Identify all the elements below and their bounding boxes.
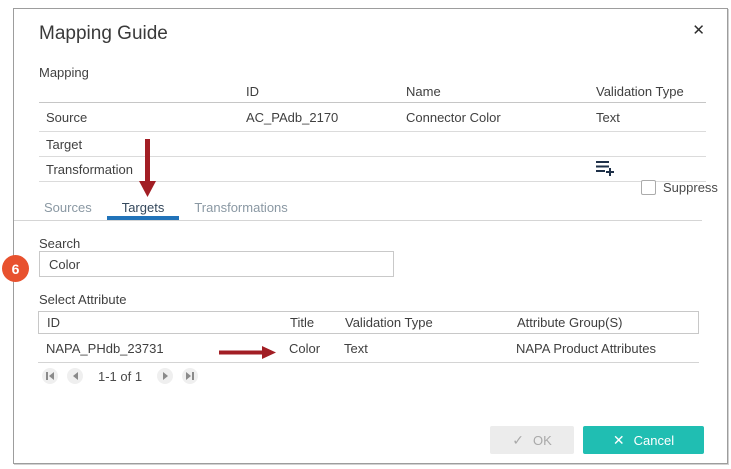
mapping-section-label: Mapping: [39, 65, 89, 80]
pagination-next-button[interactable]: [157, 368, 173, 384]
mapping-col-name: Name: [399, 84, 589, 99]
tab-targets[interactable]: Targets: [107, 195, 180, 220]
attribute-row[interactable]: NAPA_PHdb_23731 Color Text NAPA Product …: [38, 334, 699, 363]
pagination: 1-1 of 1: [42, 368, 198, 384]
pagination-first-button[interactable]: [42, 368, 58, 384]
attribute-table: ID Title Validation Type Attribute Group…: [38, 311, 699, 363]
step-badge: 6: [2, 255, 29, 282]
attribute-header-row: ID Title Validation Type Attribute Group…: [38, 311, 699, 334]
tab-transformations[interactable]: Transformations: [179, 195, 302, 220]
mapping-row-transformation: Transformation: [39, 157, 706, 182]
attr-row-title: Color: [281, 341, 336, 356]
check-icon: ✓: [512, 432, 524, 449]
attr-row-validation-type: Text: [336, 341, 508, 356]
first-page-icon: [46, 372, 48, 380]
attr-col-title: Title: [282, 315, 337, 330]
ok-button-label: OK: [533, 433, 552, 448]
pagination-range-text: 1-1 of 1: [98, 369, 142, 384]
cancel-button-label: Cancel: [634, 433, 674, 448]
cancel-button[interactable]: ✕ Cancel: [583, 426, 704, 454]
transformation-row-label: Transformation: [39, 162, 239, 177]
source-validation-type: Text: [589, 110, 706, 125]
close-icon[interactable]: ✕: [692, 23, 705, 38]
mapping-row-source: Source AC_PAdb_2170 Connector Color Text: [39, 103, 706, 132]
mapping-row-target: Target: [39, 132, 706, 157]
screen: Mapping Guide ✕ Mapping ID Name Validati…: [0, 0, 731, 469]
search-label: Search: [39, 236, 80, 251]
prev-page-icon: [73, 372, 78, 380]
tab-sources[interactable]: Sources: [29, 195, 107, 220]
select-attribute-label: Select Attribute: [39, 292, 126, 307]
search-input[interactable]: [39, 251, 394, 277]
target-row-label: Target: [39, 137, 239, 152]
dialog-title: Mapping Guide: [39, 23, 168, 45]
attr-col-id: ID: [39, 315, 282, 330]
source-name: Connector Color: [399, 110, 589, 125]
pagination-last-button[interactable]: [182, 368, 198, 384]
attr-row-id: NAPA_PHdb_23731: [38, 341, 281, 356]
suppress-control: Suppress: [641, 180, 718, 195]
source-id: AC_PAdb_2170: [239, 110, 399, 125]
x-icon: ✕: [613, 432, 625, 449]
attr-col-attribute-groups: Attribute Group(S): [509, 315, 698, 330]
attr-col-validation-type: Validation Type: [337, 315, 509, 330]
source-row-label: Source: [39, 110, 239, 125]
mapping-guide-dialog: Mapping Guide ✕ Mapping ID Name Validati…: [13, 8, 728, 464]
add-transformation-icon[interactable]: [596, 160, 616, 176]
suppress-label: Suppress: [663, 180, 718, 195]
suppress-checkbox[interactable]: [641, 180, 656, 195]
next-page-icon: [163, 372, 168, 380]
mapping-table: ID Name Validation Type Source AC_PAdb_2…: [39, 80, 706, 182]
mapping-col-validation-type: Validation Type: [589, 84, 706, 99]
last-page-icon: [186, 372, 191, 380]
attr-row-attribute-groups: NAPA Product Attributes: [508, 341, 699, 356]
ok-button[interactable]: ✓ OK: [490, 426, 574, 454]
pagination-prev-button[interactable]: [67, 368, 83, 384]
tab-bar: Sources Targets Transformations: [14, 195, 702, 221]
mapping-header-row: ID Name Validation Type: [39, 80, 706, 103]
mapping-col-id: ID: [239, 84, 399, 99]
